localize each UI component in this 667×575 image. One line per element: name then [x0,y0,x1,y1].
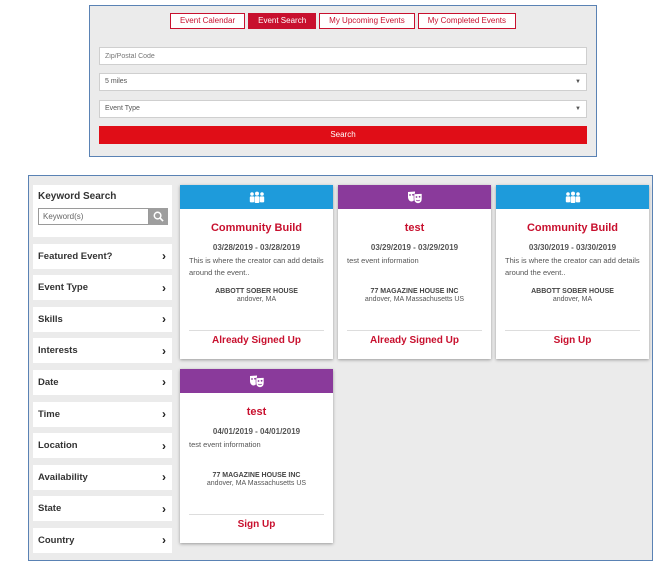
card-header [180,369,333,393]
already-signed-up-link[interactable]: Already Signed Up [180,335,333,346]
event-description: test event information [189,440,261,449]
event-type-select-value: Event Type [105,105,140,112]
filter-label: Country [38,534,75,546]
caret-down-icon: ▼ [575,106,581,112]
distance-select-value: 5 miles [105,78,128,85]
keyword-input[interactable] [38,208,149,225]
group-icon [249,191,264,203]
keyword-search-box: Keyword Search [33,185,172,237]
keyword-search-row [38,208,168,225]
divider [189,330,324,331]
chevron-right-icon: › [162,280,166,295]
event-card[interactable]: test 03/29/2019 - 03/29/2019 test event … [338,185,491,359]
filter-label: Time [38,408,61,420]
event-date-range: 03/29/2019 - 03/29/2019 [370,243,459,252]
theater-masks-icon [249,375,264,388]
already-signed-up-link[interactable]: Already Signed Up [338,335,491,346]
event-venue: ABBOTT SOBER HOUSE [215,288,298,295]
event-title[interactable]: test [180,406,333,418]
filter-label: Event Type [38,282,88,294]
event-venue: ABBOTT SOBER HOUSE [531,288,614,295]
event-card[interactable]: Community Build 03/28/2019 - 03/28/2019 … [180,185,333,359]
event-card[interactable]: test 04/01/2019 - 04/01/2019 test event … [180,369,333,543]
group-icon [565,191,580,203]
search-icon [153,211,164,222]
event-venue: 77 MAGAZINE HOUSE INC [370,288,459,295]
event-address: andover, MA [552,296,593,303]
event-title[interactable]: test [338,222,491,234]
card-header [180,185,333,209]
filter-label: Date [38,376,59,388]
event-address: andover, MA Massachusetts US [206,480,307,487]
chevron-right-icon: › [162,501,166,516]
chevron-right-icon: › [162,375,166,390]
filter-label: Location [38,440,78,452]
filter-label: Interests [38,345,78,357]
filter-availability[interactable]: Availability › [33,464,172,490]
caret-down-icon: ▼ [575,79,581,85]
chevron-right-icon: › [162,343,166,358]
chevron-right-icon: › [162,533,166,548]
filter-skills[interactable]: Skills › [33,306,172,332]
filter-sidebar: Keyword Search Featured Event? › Event T… [33,185,172,553]
event-results-panel: Keyword Search Featured Event? › Event T… [28,175,653,561]
chevron-right-icon: › [162,438,166,453]
event-address: andover, MA Massachusetts US [364,296,465,303]
tab-event-calendar[interactable]: Event Calendar [169,13,246,29]
card-header [338,185,491,209]
event-date-range: 03/30/2019 - 03/30/2019 [528,243,617,252]
filter-interests[interactable]: Interests › [33,338,172,364]
filter-event-type[interactable]: Event Type › [33,275,172,301]
filter-label: Skills [38,313,63,325]
filter-label: Availability [38,471,88,483]
divider [189,514,324,515]
chevron-right-icon: › [162,470,166,485]
filter-location[interactable]: Location › [33,433,172,459]
filter-featured-event[interactable]: Featured Event? › [33,243,172,269]
tab-my-completed-events[interactable]: My Completed Events [417,13,517,29]
event-description: This is where the creator can add detail… [189,256,324,277]
event-venue: 77 MAGAZINE HOUSE INC [212,472,301,479]
divider [505,330,640,331]
filter-label: Featured Event? [38,250,113,262]
event-search-panel: Event Calendar Event Search My Upcoming … [89,5,597,157]
event-title[interactable]: Community Build [180,222,333,234]
keyword-search-title: Keyword Search [38,191,117,202]
card-header [496,185,649,209]
tab-my-upcoming-events[interactable]: My Upcoming Events [319,13,415,29]
filter-state[interactable]: State › [33,496,172,522]
zip-field-wrapper [99,47,587,65]
event-type-select[interactable]: Event Type ▼ [99,100,587,118]
chevron-right-icon: › [162,312,166,327]
filter-label: State [38,503,62,515]
zip-postal-code-input[interactable] [105,48,586,64]
event-date-range: 03/28/2019 - 03/28/2019 [212,243,301,252]
sign-up-button[interactable]: Sign Up [496,335,649,346]
divider [347,330,482,331]
filter-country[interactable]: Country › [33,527,172,553]
filter-date[interactable]: Date › [33,369,172,395]
event-description: This is where the creator can add detail… [505,256,640,277]
tab-event-search[interactable]: Event Search [248,13,317,29]
event-title[interactable]: Community Build [496,222,649,234]
keyword-search-button[interactable] [149,208,168,225]
event-description: test event information [347,256,419,265]
chevron-right-icon: › [162,249,166,264]
event-address: andover, MA [236,296,277,303]
chevron-right-icon: › [162,407,166,422]
filter-time[interactable]: Time › [33,401,172,427]
tab-bar: Event Calendar Event Search My Upcoming … [90,13,596,29]
search-button[interactable]: Search [99,126,587,144]
sign-up-button[interactable]: Sign Up [180,519,333,530]
distance-select[interactable]: 5 miles ▼ [99,73,587,91]
event-card[interactable]: Community Build 03/30/2019 - 03/30/2019 … [496,185,649,359]
event-date-range: 04/01/2019 - 04/01/2019 [212,427,301,436]
theater-masks-icon [407,191,422,204]
